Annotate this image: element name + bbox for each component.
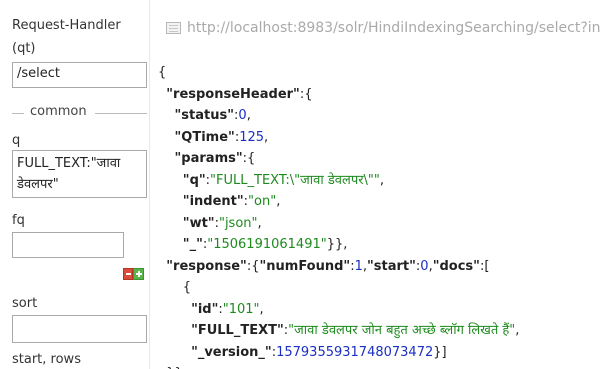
q-value-line-2: डेवलपर" [17,177,59,192]
json-key-start: "start" [367,258,416,274]
json-key-numfound: "numFound" [259,258,351,274]
request-handler-label: Request-Handler [12,18,121,33]
json-key-responseheader: "responseHeader" [166,86,300,102]
query-form-panel: Request-Handler (qt) /select common q FU… [0,0,150,369]
page-icon [166,22,181,34]
remove-filter-icon[interactable] [123,268,133,280]
json-key-params: "params" [174,151,243,166]
json-key-wt: "wt" [182,215,215,231]
json-value-start: 0 [420,258,429,274]
add-filter-icon[interactable] [133,268,144,280]
json-key-docs: "docs" [432,258,480,274]
fq-label: fq [12,213,25,228]
json-key-status: "status" [174,108,235,123]
json-value-status: 0 [238,108,247,123]
request-handler-input[interactable]: /select [12,62,147,88]
json-value-full-text: "जावा डेवलपर जोन बहुत अच्छे ब्लॉग लिखते … [288,323,516,338]
json-key-version: "_version_" [191,344,272,360]
json-value-indent: "on" [248,194,277,209]
start-rows-label: start, rows [12,352,81,367]
json-key-id: "id" [191,301,219,317]
json-value-id: "101" [222,301,260,317]
json-key-response: "response" [166,258,247,274]
json-value-version: 1579355931748073472 [276,344,434,360]
json-open-brace: { [158,65,167,80]
json-value-numfound: 1 [354,258,363,274]
json-value-qtime: 125 [239,129,265,145]
json-value-underscore: "1506191061491" [207,237,327,252]
fq-input[interactable] [12,232,124,258]
json-key-qtime: "QTime" [174,129,235,145]
json-key-full-text: "FULL_TEXT" [191,323,284,338]
sort-label: sort [12,296,38,311]
q-textarea[interactable]: FULL_TEXT:"जावा डेवलपर" [12,150,147,198]
json-response: { "responseHeader":{ "status":0, "QTime"… [158,65,520,369]
json-key-indent: "indent" [182,194,244,209]
json-key-underscore: "_" [182,237,203,252]
q-value-line-1: FULL_TEXT:"जावा [17,156,121,171]
common-divider-left [12,113,24,114]
request-url[interactable]: http://localhost:8983/solr/HindiIndexing… [162,18,600,44]
json-value-q: "FULL_TEXT:\"जावा डेवलपर\"" [210,172,380,188]
json-value-wt: "json" [218,215,258,231]
request-handler-label-qt: (qt) [12,41,36,56]
request-url-text[interactable]: http://localhost:8983/solr/HindiIndexing… [187,20,600,36]
q-label: q [12,133,21,148]
sort-input[interactable] [12,315,147,343]
common-section-label: common [30,104,87,119]
json-key-q: "q" [182,172,206,188]
common-divider-right [95,113,147,114]
